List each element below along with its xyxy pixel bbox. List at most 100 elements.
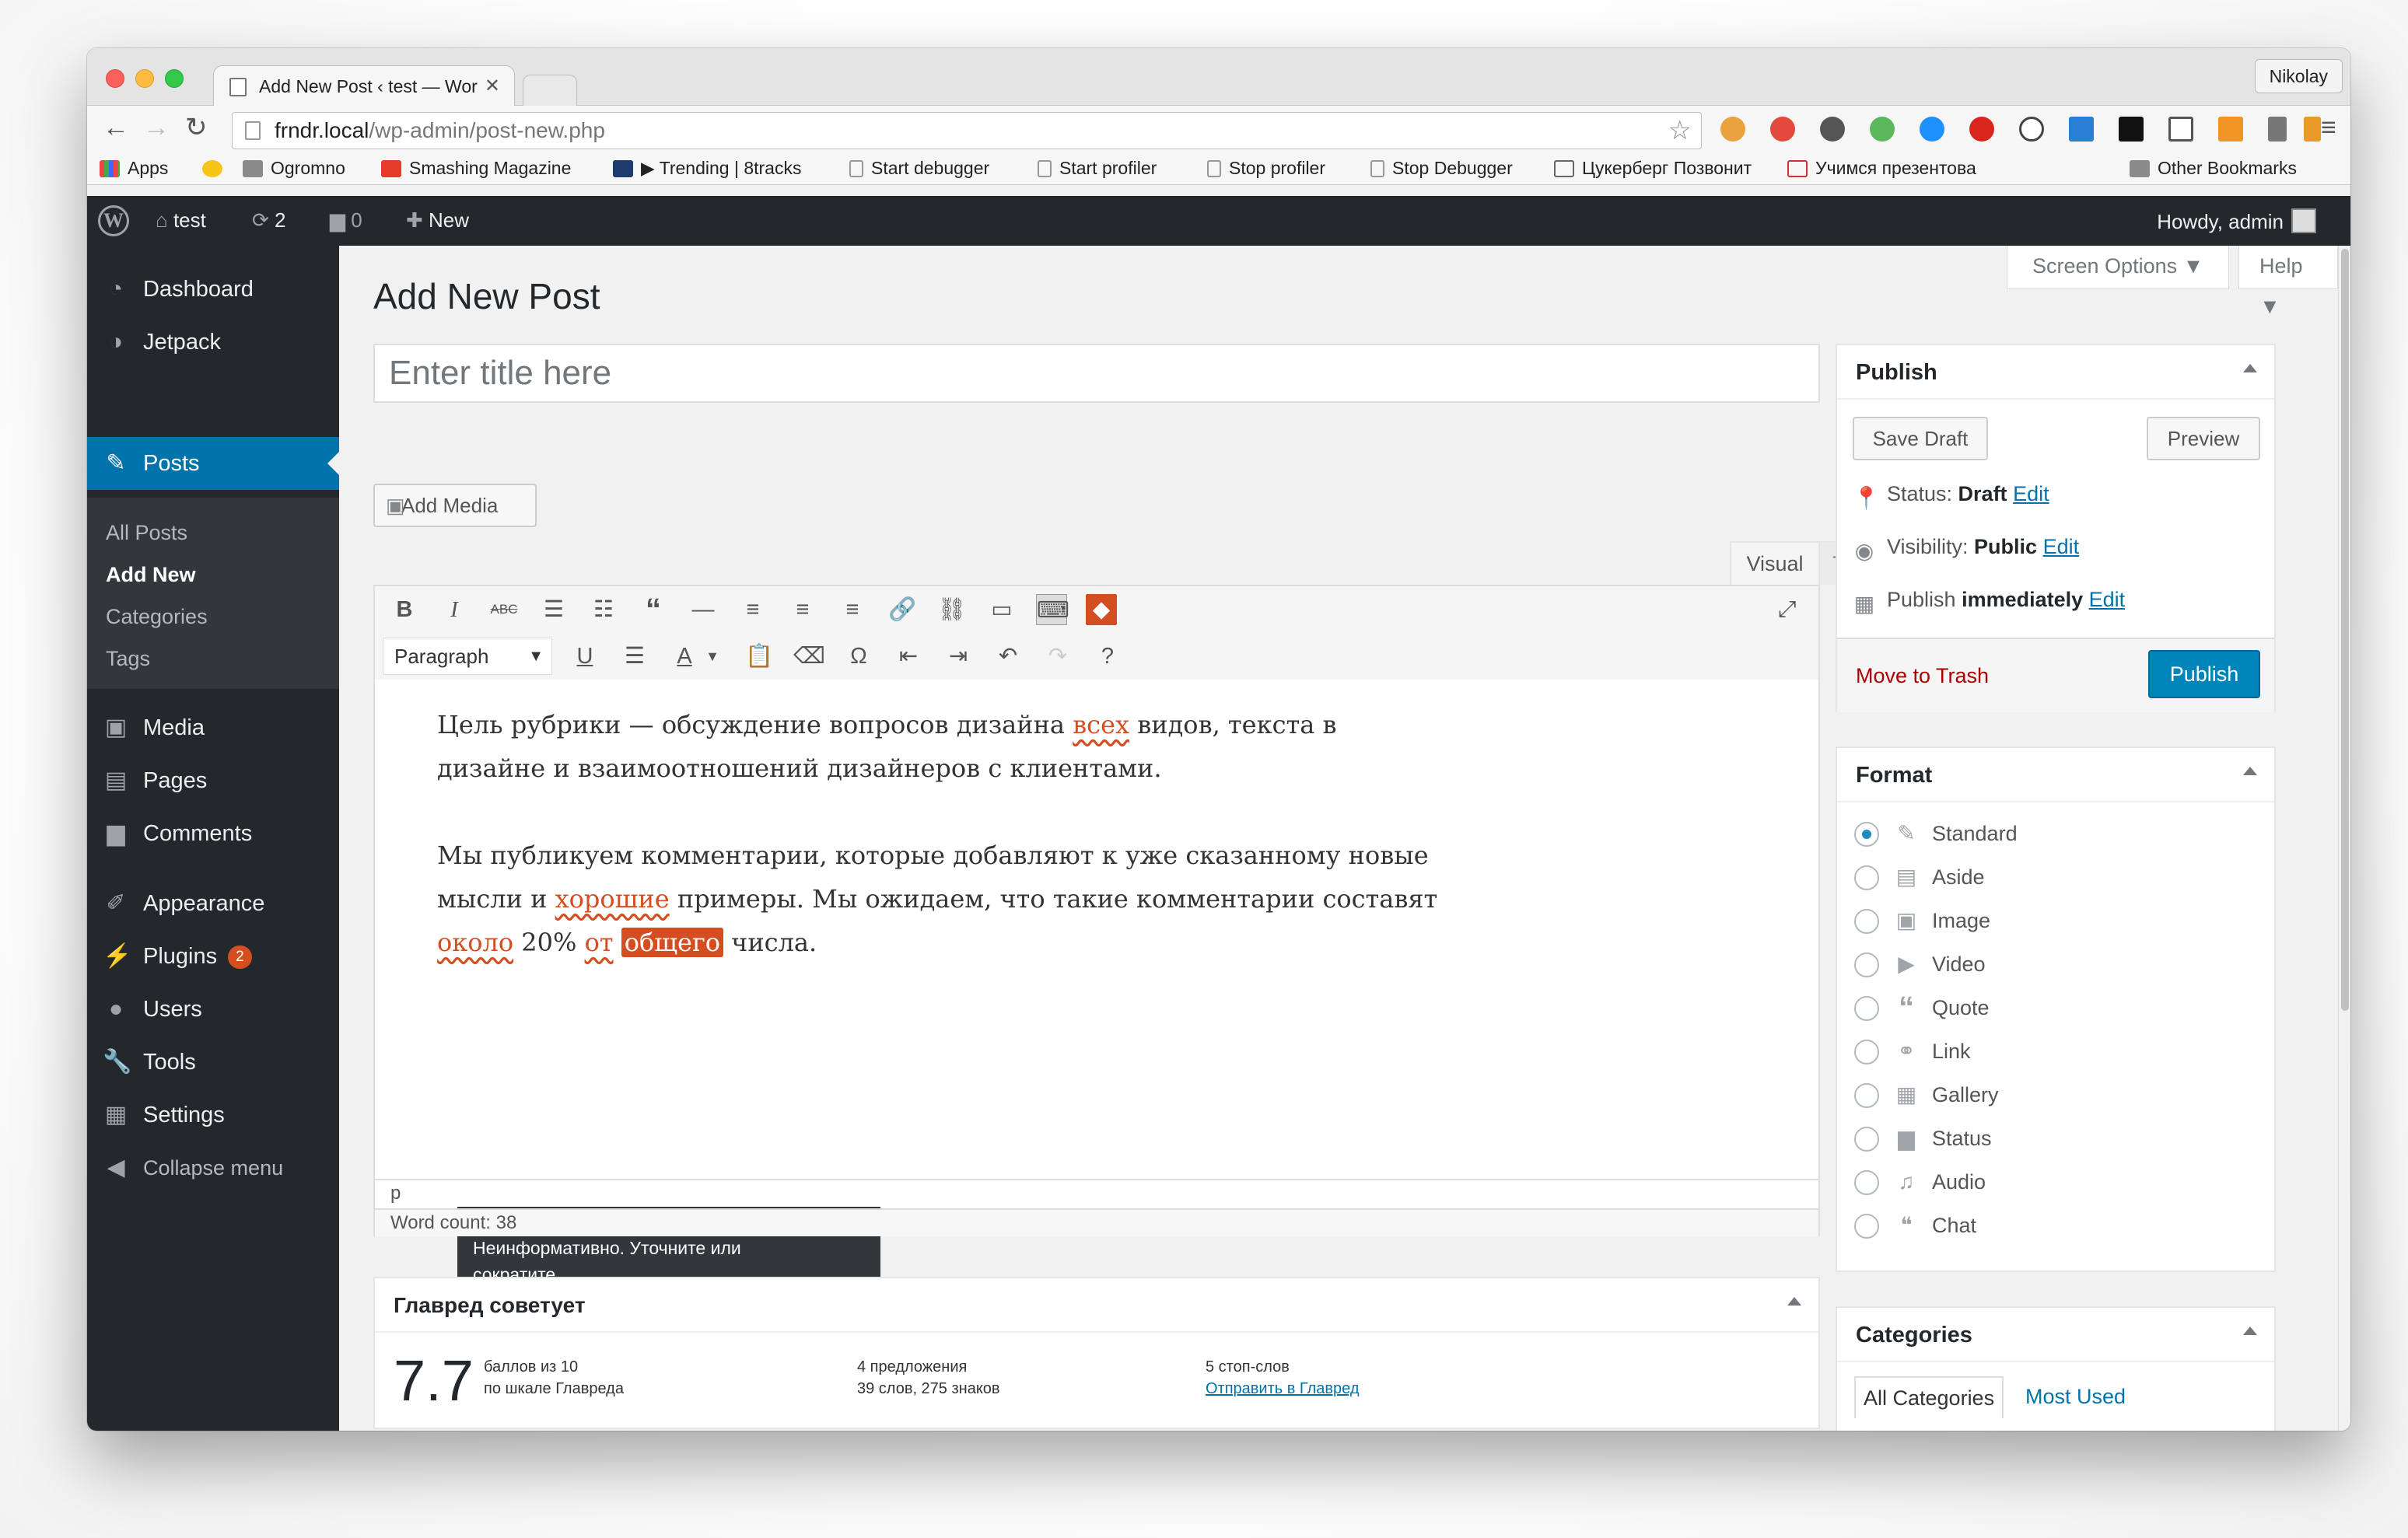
- close-window-button[interactable]: [106, 69, 124, 88]
- radio-button[interactable]: [1854, 909, 1879, 934]
- vimeo-icon[interactable]: [1920, 117, 1944, 142]
- profile-button[interactable]: Nikolay: [2254, 59, 2343, 93]
- strikethrough-icon[interactable]: ABC: [488, 594, 520, 625]
- chart-icon[interactable]: [2218, 117, 2243, 142]
- terminal-icon[interactable]: [2119, 117, 2144, 142]
- calendar-icon[interactable]: [2069, 117, 2094, 142]
- radio-button[interactable]: [1854, 1127, 1879, 1152]
- undo-icon[interactable]: ↶: [992, 641, 1024, 672]
- collapse-arrow-icon[interactable]: [1787, 1297, 1801, 1306]
- radio-button[interactable]: [1854, 822, 1879, 847]
- menu-pages[interactable]: ▤ Pages: [87, 754, 339, 807]
- radio-button[interactable]: [1854, 996, 1879, 1021]
- radio-button[interactable]: [1854, 953, 1879, 977]
- grid-icon[interactable]: [2168, 117, 2193, 142]
- remove-link-icon[interactable]: ⛓: [936, 594, 968, 625]
- browser-tab[interactable]: Add New Post ‹ test — Wor ✕: [213, 65, 515, 107]
- bookmark-other[interactable]: Other Bookmarks: [2130, 158, 2297, 179]
- forward-icon[interactable]: →: [143, 114, 170, 142]
- radio-button[interactable]: [1854, 1083, 1879, 1108]
- bookmark-smashing[interactable]: Smashing Magazine: [381, 158, 571, 179]
- back-icon[interactable]: ←: [103, 114, 129, 142]
- horizontal-line-icon[interactable]: —: [688, 594, 719, 625]
- stop-icon[interactable]: [1770, 117, 1795, 142]
- bookmark-ogromno[interactable]: Ogromno: [243, 158, 345, 179]
- tab-close-icon[interactable]: ✕: [485, 66, 500, 107]
- menu-media[interactable]: ▣ Media: [87, 701, 339, 754]
- highlight-word-active[interactable]: общего: [621, 928, 723, 957]
- bookmark-start-debugger[interactable]: Start debugger: [849, 158, 989, 179]
- edit-visibility-link[interactable]: Edit: [2043, 535, 2080, 558]
- tab-most-used[interactable]: Most Used: [2018, 1376, 2133, 1418]
- bookmark-zuckerberg[interactable]: Цукерберг Позвонит: [1554, 158, 1752, 179]
- bold-icon[interactable]: B: [389, 594, 420, 625]
- menu-plugins[interactable]: ⚡ Plugins 2: [87, 930, 339, 983]
- submenu-tags[interactable]: Tags: [106, 647, 150, 671]
- flag-icon[interactable]: [2304, 117, 2321, 142]
- submenu-categories[interactable]: Categories: [106, 605, 208, 629]
- balloon-icon[interactable]: [1870, 117, 1895, 142]
- submenu-add-new[interactable]: Add New: [106, 563, 196, 587]
- glavred-box-title[interactable]: Главред советует: [375, 1278, 1818, 1333]
- insert-link-icon[interactable]: 🔗: [887, 594, 918, 625]
- tab-visual[interactable]: Visual: [1730, 541, 1820, 585]
- highlight-word[interactable]: около: [437, 928, 513, 957]
- categories-box-title[interactable]: Categories: [1837, 1308, 2274, 1362]
- italic-icon[interactable]: I: [439, 594, 470, 625]
- clear-formatting-icon[interactable]: ⌫: [793, 641, 825, 672]
- radio-button[interactable]: [1854, 1040, 1879, 1064]
- publish-box-title[interactable]: Publish: [1837, 345, 2274, 400]
- comments-link[interactable]: ▆ 0: [330, 208, 362, 232]
- indent-icon[interactable]: ⇥: [943, 641, 974, 672]
- evernote-icon[interactable]: [1820, 117, 1845, 142]
- numbered-list-icon[interactable]: ☷: [588, 594, 619, 625]
- help-button[interactable]: Help ▼: [2238, 246, 2338, 318]
- highlight-word[interactable]: от: [585, 928, 614, 957]
- menu-comments[interactable]: ▆ Comments: [87, 807, 339, 860]
- new-tab-button[interactable]: [523, 75, 577, 106]
- bookmark-stop-profiler[interactable]: Stop profiler: [1207, 158, 1325, 179]
- bookmark-presentations[interactable]: Учимся презентова: [1787, 158, 1976, 179]
- menu-settings[interactable]: ▦ Settings: [87, 1089, 339, 1141]
- updates-link[interactable]: ⟳ 2: [252, 208, 286, 232]
- menu-appearance[interactable]: ✐ Appearance: [87, 877, 339, 930]
- bookmark-apps[interactable]: Apps: [100, 158, 168, 179]
- bookmark-stop-debugger[interactable]: Stop Debugger: [1370, 158, 1513, 179]
- menu-jetpack[interactable]: ◑ Jetpack: [87, 316, 339, 369]
- underline-icon[interactable]: U: [569, 641, 600, 672]
- reload-icon[interactable]: ↻: [185, 114, 208, 142]
- new-content-link[interactable]: ✚ New: [406, 208, 469, 232]
- chrome-menu-icon[interactable]: ≡: [2321, 114, 2336, 142]
- page-scrollbar[interactable]: [2338, 246, 2350, 1431]
- highlight-word[interactable]: всех: [1073, 710, 1129, 739]
- pipe-icon[interactable]: [2268, 117, 2287, 142]
- radio-button[interactable]: [1854, 1214, 1879, 1239]
- radio-button[interactable]: [1854, 1170, 1879, 1195]
- paragraph-format-select[interactable]: Paragraph ▼: [383, 638, 552, 675]
- collapse-arrow-icon[interactable]: [2243, 767, 2257, 775]
- save-draft-button[interactable]: Save Draft: [1853, 417, 1988, 460]
- adblock-icon[interactable]: [1969, 117, 1994, 142]
- highlight-word[interactable]: хорошие: [555, 884, 670, 914]
- post-title-input[interactable]: Enter title here: [373, 344, 1820, 403]
- read-more-icon[interactable]: ▭: [986, 594, 1017, 625]
- address-bar[interactable]: frndr.local/wp-admin/post-new.php ☆: [232, 112, 1702, 149]
- align-center-icon[interactable]: ≡: [787, 594, 818, 625]
- blockquote-icon[interactable]: “: [638, 594, 669, 625]
- glavred-icon[interactable]: ◆: [1086, 594, 1117, 625]
- collapse-arrow-icon[interactable]: [2243, 1327, 2257, 1335]
- bookmark-start-profiler[interactable]: Start profiler: [1038, 158, 1157, 179]
- fullscreen-icon[interactable]: ⤢: [1772, 594, 1803, 625]
- radio-button[interactable]: [1854, 865, 1879, 890]
- account-menu[interactable]: Howdy, admin: [2157, 208, 2316, 234]
- preview-button[interactable]: Preview: [2147, 417, 2260, 460]
- collapse-arrow-icon[interactable]: [2243, 364, 2257, 372]
- editor-body[interactable]: Цель рубрики — обсуждение вопросов дизай…: [437, 703, 1573, 964]
- format-box-title[interactable]: Format: [1837, 748, 2274, 802]
- site-name-link[interactable]: ⌂ test: [156, 208, 206, 232]
- bookmark-8tracks[interactable]: ▶ Trending | 8tracks: [613, 158, 801, 179]
- publish-button[interactable]: Publish: [2148, 650, 2260, 698]
- edit-schedule-link[interactable]: Edit: [2089, 588, 2126, 611]
- align-right-icon[interactable]: ≡: [837, 594, 868, 625]
- menu-dashboard[interactable]: ◔ Dashboard: [87, 263, 339, 316]
